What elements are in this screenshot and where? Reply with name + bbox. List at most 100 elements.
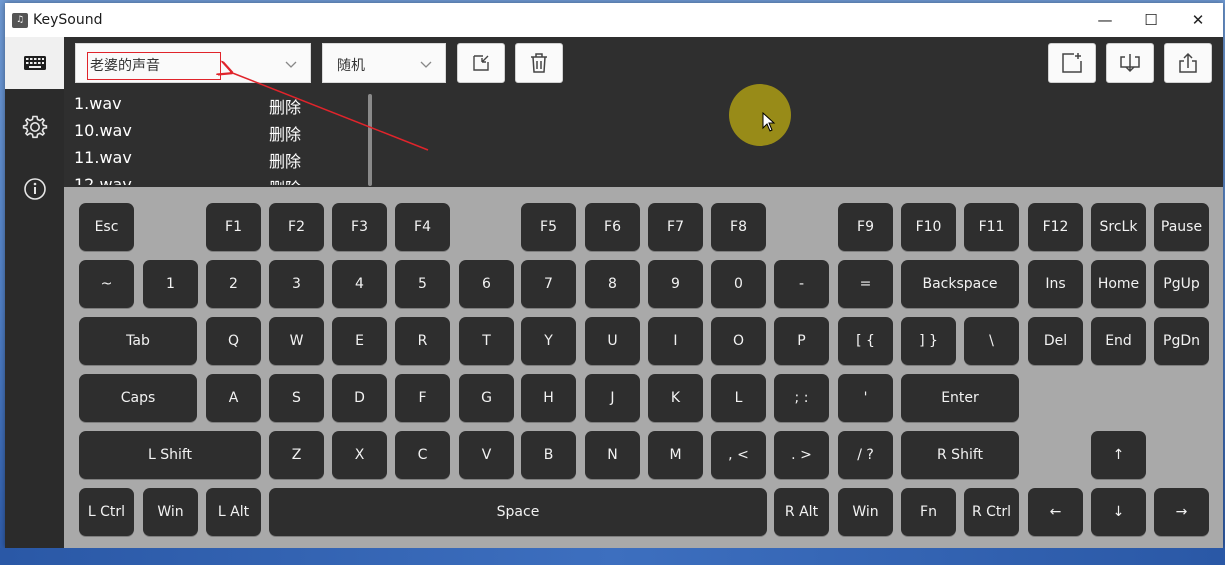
key-5[interactable]: 5 xyxy=(395,260,450,308)
key-symbol[interactable]: . > xyxy=(774,431,829,479)
key-symbol[interactable]: \ xyxy=(964,317,1019,365)
key-n[interactable]: N xyxy=(585,431,640,479)
key-symbol[interactable]: / ? xyxy=(838,431,893,479)
key-home[interactable]: Home xyxy=(1091,260,1146,308)
title-bar[interactable]: ♫ KeySound — ☐ ✕ xyxy=(5,3,1223,37)
key-k[interactable]: K xyxy=(648,374,703,422)
key-pause[interactable]: Pause xyxy=(1154,203,1209,251)
key-symbol[interactable]: [ { xyxy=(838,317,893,365)
edit-button[interactable] xyxy=(457,43,505,83)
key-symbol[interactable]: ~ xyxy=(79,260,134,308)
key-symbol[interactable]: → xyxy=(1154,488,1209,536)
key-backspace[interactable]: Backspace xyxy=(901,260,1019,308)
key-q[interactable]: Q xyxy=(206,317,261,365)
key-l-alt[interactable]: L Alt xyxy=(206,488,261,536)
key-f8[interactable]: F8 xyxy=(711,203,766,251)
key-y[interactable]: Y xyxy=(521,317,576,365)
key-2[interactable]: 2 xyxy=(206,260,261,308)
key-r-shift[interactable]: R Shift xyxy=(901,431,1019,479)
key-f6[interactable]: F6 xyxy=(585,203,640,251)
key-f10[interactable]: F10 xyxy=(901,203,956,251)
key-3[interactable]: 3 xyxy=(269,260,324,308)
sound-file-list[interactable]: 1.wav 删除 10.wav 删除 11.wav 删除 12.wav 删除 xyxy=(74,91,314,185)
key-4[interactable]: 4 xyxy=(332,260,387,308)
key-9[interactable]: 9 xyxy=(648,260,703,308)
key-x[interactable]: X xyxy=(332,431,387,479)
key-win[interactable]: Win xyxy=(838,488,893,536)
play-mode-dropdown[interactable]: 随机 xyxy=(322,43,446,83)
key-esc[interactable]: Esc xyxy=(79,203,134,251)
key-1[interactable]: 1 xyxy=(143,260,198,308)
delete-button[interactable] xyxy=(515,43,563,83)
key-c[interactable]: C xyxy=(395,431,450,479)
key-f5[interactable]: F5 xyxy=(521,203,576,251)
key-f3[interactable]: F3 xyxy=(332,203,387,251)
key-7[interactable]: 7 xyxy=(521,260,576,308)
key-p[interactable]: P xyxy=(774,317,829,365)
key-symbol[interactable]: ; : xyxy=(774,374,829,422)
key-m[interactable]: M xyxy=(648,431,703,479)
key-g[interactable]: G xyxy=(459,374,514,422)
key-l-shift[interactable]: L Shift xyxy=(79,431,261,479)
key-symbol[interactable]: ↑ xyxy=(1091,431,1146,479)
key-6[interactable]: 6 xyxy=(459,260,514,308)
key-f11[interactable]: F11 xyxy=(964,203,1019,251)
sidebar-item-keyboard[interactable] xyxy=(5,37,64,89)
key-d[interactable]: D xyxy=(332,374,387,422)
key-symbol[interactable]: = xyxy=(838,260,893,308)
key-f1[interactable]: F1 xyxy=(206,203,261,251)
key-u[interactable]: U xyxy=(585,317,640,365)
delete-file-link[interactable]: 删除 xyxy=(269,121,301,145)
key-f4[interactable]: F4 xyxy=(395,203,450,251)
key-symbol[interactable]: ← xyxy=(1028,488,1083,536)
key-f12[interactable]: F12 xyxy=(1028,203,1083,251)
key-caps[interactable]: Caps xyxy=(79,374,197,422)
key-h[interactable]: H xyxy=(521,374,576,422)
key-r-alt[interactable]: R Alt xyxy=(774,488,829,536)
key-f2[interactable]: F2 xyxy=(269,203,324,251)
key-ins[interactable]: Ins xyxy=(1028,260,1083,308)
minimize-button[interactable]: — xyxy=(1082,3,1128,37)
close-button[interactable]: ✕ xyxy=(1175,3,1221,37)
key-v[interactable]: V xyxy=(459,431,514,479)
key-o[interactable]: O xyxy=(711,317,766,365)
key-r[interactable]: R xyxy=(395,317,450,365)
key-f7[interactable]: F7 xyxy=(648,203,703,251)
key-symbol[interactable]: - xyxy=(774,260,829,308)
file-list-scrollbar[interactable] xyxy=(368,94,372,186)
sidebar-item-settings[interactable] xyxy=(5,101,64,153)
key-space[interactable]: Space xyxy=(269,488,767,536)
key-l[interactable]: L xyxy=(711,374,766,422)
key-l-ctrl[interactable]: L Ctrl xyxy=(79,488,134,536)
key-j[interactable]: J xyxy=(585,374,640,422)
key-f9[interactable]: F9 xyxy=(838,203,893,251)
key-symbol[interactable]: ↓ xyxy=(1091,488,1146,536)
key-e[interactable]: E xyxy=(332,317,387,365)
key-f[interactable]: F xyxy=(395,374,450,422)
key-fn[interactable]: Fn xyxy=(901,488,956,536)
key-0[interactable]: 0 xyxy=(711,260,766,308)
maximize-button[interactable]: ☐ xyxy=(1128,3,1174,37)
new-pack-button[interactable] xyxy=(1048,43,1096,83)
key-8[interactable]: 8 xyxy=(585,260,640,308)
sound-pack-dropdown[interactable]: 老婆的声音 xyxy=(75,43,311,83)
key-z[interactable]: Z xyxy=(269,431,324,479)
key-b[interactable]: B xyxy=(521,431,576,479)
import-button[interactable] xyxy=(1106,43,1154,83)
key-symbol[interactable]: , < xyxy=(711,431,766,479)
key-del[interactable]: Del xyxy=(1028,317,1083,365)
key-symbol[interactable]: ' xyxy=(838,374,893,422)
key-pgdn[interactable]: PgDn xyxy=(1154,317,1209,365)
delete-file-link[interactable]: 删除 xyxy=(269,94,301,118)
key-srclk[interactable]: SrcLk xyxy=(1091,203,1146,251)
delete-file-link[interactable]: 删除 xyxy=(269,148,301,172)
key-a[interactable]: A xyxy=(206,374,261,422)
key-w[interactable]: W xyxy=(269,317,324,365)
key-symbol[interactable]: ] } xyxy=(901,317,956,365)
key-enter[interactable]: Enter xyxy=(901,374,1019,422)
key-win[interactable]: Win xyxy=(143,488,198,536)
key-pgup[interactable]: PgUp xyxy=(1154,260,1209,308)
sidebar-item-about[interactable] xyxy=(5,163,64,215)
key-i[interactable]: I xyxy=(648,317,703,365)
key-s[interactable]: S xyxy=(269,374,324,422)
